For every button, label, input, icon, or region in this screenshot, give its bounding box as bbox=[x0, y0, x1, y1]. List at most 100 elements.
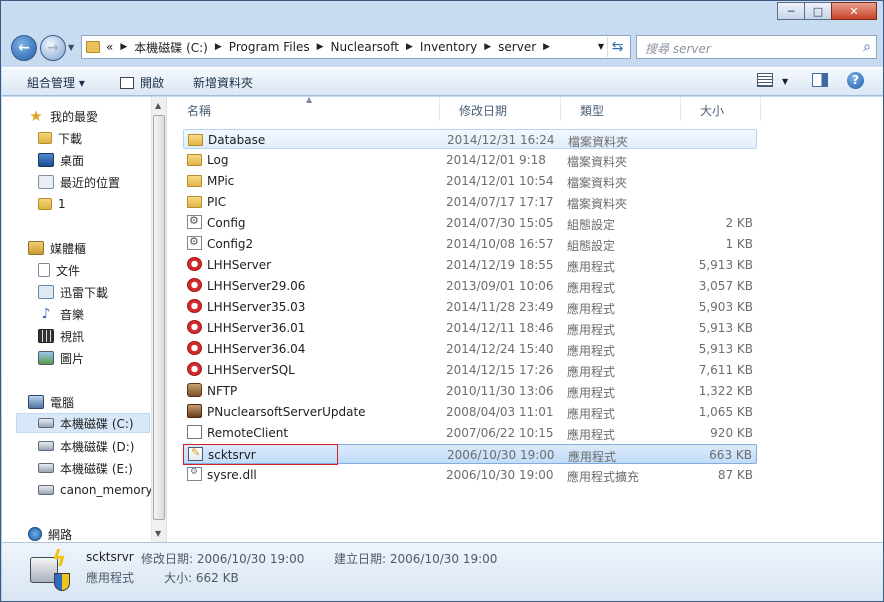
view-options-dropdown[interactable]: ▼ bbox=[782, 77, 788, 86]
details-file-name: scktsrvr bbox=[86, 550, 134, 564]
file-row[interactable]: Config2 2014/10/08 16:57 組態設定 1 KB bbox=[183, 234, 757, 254]
file-date: 2014/10/08 16:57 bbox=[446, 237, 554, 251]
file-name: MPic bbox=[207, 174, 235, 188]
column-label: 名稱 bbox=[187, 104, 212, 118]
file-size: 920 KB bbox=[710, 426, 753, 440]
forward-arrow-icon: → bbox=[47, 40, 59, 56]
organize-button[interactable]: 組合管理 ▾ bbox=[27, 74, 85, 91]
file-row[interactable]: LHHServer36.04 2014/12/24 15:40 應用程式 5,9… bbox=[183, 339, 757, 359]
change-view-icon[interactable] bbox=[757, 73, 773, 87]
nav-libraries[interactable]: 媒體櫃 bbox=[28, 238, 86, 258]
file-row[interactable]: PIC 2014/07/17 17:17 檔案資料夾 bbox=[183, 192, 757, 212]
column-header-name[interactable]: ▲ 名稱 bbox=[168, 95, 440, 121]
minimize-button[interactable]: ─ bbox=[777, 2, 805, 20]
nav-item-folder-1[interactable]: 1 bbox=[38, 194, 66, 214]
file-row[interactable]: LHHServer36.01 2014/12/11 18:46 應用程式 5,9… bbox=[183, 318, 757, 338]
nav-favorites[interactable]: ★ 我的最愛 bbox=[28, 106, 98, 126]
column-header-type[interactable]: 類型 bbox=[561, 97, 681, 121]
nav-label: 圖片 bbox=[60, 351, 85, 366]
file-date: 2014/12/15 17:26 bbox=[446, 363, 554, 377]
recent-pages-dropdown[interactable]: ▼ bbox=[68, 43, 74, 52]
video-icon bbox=[38, 329, 54, 343]
breadcrumb-item[interactable]: Inventory bbox=[420, 40, 477, 54]
file-type: 應用程式 bbox=[567, 260, 616, 274]
nav-item-videos[interactable]: 視訊 bbox=[38, 326, 84, 346]
breadcrumb-item[interactable]: Program Files bbox=[229, 40, 310, 54]
nav-item-drive-d[interactable]: 本機磁碟 (D:) bbox=[38, 436, 134, 456]
file-row[interactable]: Config 2014/07/30 15:05 組態設定 2 KB bbox=[183, 213, 757, 233]
scrollbar-thumb[interactable] bbox=[153, 115, 165, 520]
back-arrow-icon: ← bbox=[18, 40, 30, 56]
nav-label: 媒體櫃 bbox=[50, 241, 87, 256]
nav-scrollbar[interactable]: ▲ ▼ bbox=[151, 97, 166, 542]
nav-item-desktop[interactable]: 桌面 bbox=[38, 150, 84, 170]
scroll-down-arrow-icon[interactable]: ▼ bbox=[155, 529, 161, 538]
breadcrumb-item[interactable]: Nuclearsoft bbox=[331, 40, 400, 54]
help-icon[interactable]: ? bbox=[847, 72, 864, 89]
file-size: 663 KB bbox=[709, 448, 752, 462]
column-header-size[interactable]: 大小 bbox=[681, 97, 761, 121]
nav-item-canon-memory[interactable]: canon_memory bbox=[38, 480, 153, 500]
file-type: 應用程式擴充 bbox=[567, 470, 640, 484]
open-button[interactable]: 開啟 bbox=[120, 74, 164, 91]
nav-item-downloads[interactable]: 下載 bbox=[38, 128, 82, 148]
refresh-button[interactable]: ⇆ bbox=[607, 37, 627, 57]
nav-label: 本機磁碟 (C:) bbox=[60, 416, 134, 431]
file-name: Database bbox=[208, 133, 266, 147]
nav-network[interactable]: 網路 bbox=[28, 524, 72, 544]
file-date: 2014/12/31 16:24 bbox=[447, 133, 555, 147]
file-row[interactable]: PNuclearsoftServerUpdate 2008/04/03 11:0… bbox=[183, 402, 757, 422]
star-icon: ★ bbox=[29, 107, 43, 125]
forward-button[interactable]: → bbox=[40, 35, 66, 61]
back-button[interactable]: ← bbox=[11, 35, 37, 61]
file-row[interactable]: LHHServer35.03 2014/11/28 23:49 應用程式 5,9… bbox=[183, 297, 757, 317]
nav-item-thunder-downloads[interactable]: 迅雷下載 bbox=[38, 282, 108, 302]
file-name: LHHServerSQL bbox=[207, 363, 295, 377]
file-row[interactable]: RemoteClient 2007/06/22 10:15 應用程式 920 K… bbox=[183, 423, 757, 443]
details-modified: 修改日期: 2006/10/30 19:00 bbox=[141, 552, 305, 566]
search-box[interactable]: 搜尋 server ⌕ bbox=[636, 35, 877, 59]
column-header-date[interactable]: 修改日期 bbox=[440, 97, 561, 121]
file-row[interactable]: Log 2014/12/01 9:18 檔案資料夾 bbox=[183, 150, 757, 170]
file-row[interactable]: LHHServer29.06 2013/09/01 10:06 應用程式 3,0… bbox=[183, 276, 757, 296]
file-type: 檔案資料夾 bbox=[567, 197, 628, 211]
file-type: 應用程式 bbox=[567, 323, 616, 337]
file-row[interactable]: LHHServer 2014/12/19 18:55 應用程式 5,913 KB bbox=[183, 255, 757, 275]
file-row[interactable]: NFTP 2010/11/30 13:06 應用程式 1,322 KB bbox=[183, 381, 757, 401]
nav-item-pictures[interactable]: 圖片 bbox=[38, 348, 84, 368]
folder-icon bbox=[187, 154, 202, 166]
search-icon[interactable]: ⌕ bbox=[863, 39, 871, 55]
file-type: 組態設定 bbox=[567, 218, 616, 232]
nav-item-recent[interactable]: 最近的位置 bbox=[38, 172, 120, 192]
file-row[interactable]: Database 2014/12/31 16:24 檔案資料夾 bbox=[183, 129, 757, 149]
new-folder-button[interactable]: 新增資料夾 bbox=[193, 74, 253, 91]
drive-c-icon bbox=[38, 418, 54, 428]
file-row[interactable]: MPic 2014/12/01 10:54 檔案資料夾 bbox=[183, 171, 757, 191]
file-size: 1,065 KB bbox=[698, 405, 753, 419]
address-history-dropdown[interactable]: ▼ bbox=[598, 42, 604, 51]
close-button[interactable]: ✕ bbox=[831, 2, 877, 20]
drive-d-icon bbox=[38, 441, 54, 451]
breadcrumb-item[interactable]: server bbox=[498, 40, 536, 54]
network-icon bbox=[28, 527, 42, 541]
nav-computer[interactable]: 電腦 bbox=[28, 392, 74, 412]
nav-item-music[interactable]: ♪ 音樂 bbox=[38, 304, 84, 324]
file-date: 2014/07/17 17:17 bbox=[446, 195, 554, 209]
nav-item-drive-c[interactable]: 本機磁碟 (C:) bbox=[16, 413, 150, 433]
column-label: 類型 bbox=[580, 104, 605, 118]
preview-pane-icon[interactable] bbox=[812, 73, 828, 87]
nav-label: 電腦 bbox=[50, 395, 75, 410]
breadcrumb-overflow[interactable]: « bbox=[106, 40, 113, 54]
app-red-logo-icon bbox=[187, 257, 202, 271]
file-name: LHHServer35.03 bbox=[207, 300, 306, 314]
nav-item-documents[interactable]: 文件 bbox=[38, 260, 80, 280]
nav-label: 本機磁碟 (E:) bbox=[60, 461, 133, 476]
file-name: PIC bbox=[207, 195, 227, 209]
nav-item-drive-e[interactable]: 本機磁碟 (E:) bbox=[38, 458, 133, 478]
file-row[interactable]: LHHServerSQL 2014/12/15 17:26 應用程式 7,611… bbox=[183, 360, 757, 380]
breadcrumb-item[interactable]: 本機磁碟 (C:) bbox=[134, 39, 208, 56]
address-bar[interactable]: «▶ 本機磁碟 (C:) ▶ Program Files ▶ Nuclearsoft… bbox=[81, 35, 631, 59]
maximize-button[interactable]: □ bbox=[804, 2, 832, 20]
file-row[interactable]: sysre.dll 2006/10/30 19:00 應用程式擴充 87 KB bbox=[183, 465, 757, 485]
scroll-up-arrow-icon[interactable]: ▲ bbox=[155, 101, 161, 110]
